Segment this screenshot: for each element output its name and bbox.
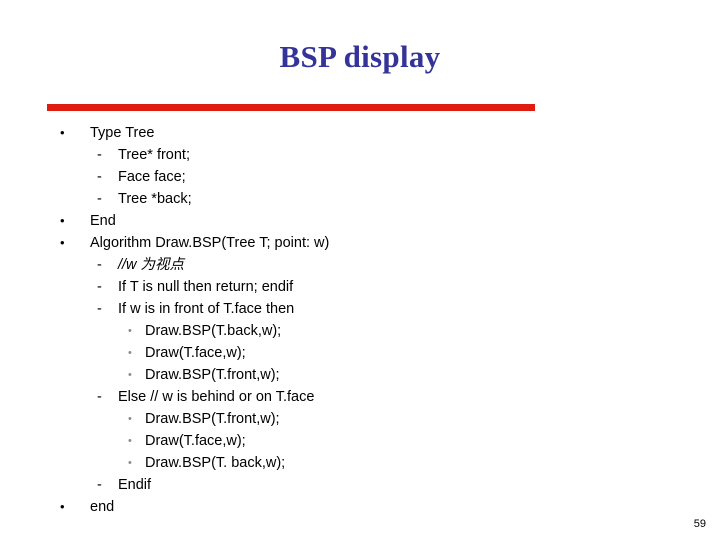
- bullet-marker-level-2-icon: -: [97, 301, 102, 317]
- list-item: - If w is in front of T.face then: [0, 298, 720, 320]
- list-item-label: Tree *back;: [118, 191, 192, 207]
- list-item: • Draw.BSP(T.back,w);: [0, 320, 720, 342]
- list-item-label: Type Tree: [90, 125, 155, 141]
- bullet-marker-level-3-icon: •: [128, 413, 132, 425]
- bullet-marker-level-1-icon: •: [60, 213, 65, 228]
- list-item: - Tree *back;: [0, 188, 720, 210]
- list-item: - Endif: [0, 474, 720, 496]
- bullet-marker-level-1-icon: •: [60, 235, 65, 250]
- bullet-marker-level-1-icon: •: [60, 499, 65, 514]
- bullet-marker-level-2-icon: -: [97, 477, 102, 493]
- list-item: -//w 为视点: [0, 254, 720, 276]
- list-item-label: Draw.BSP(T.back,w);: [145, 323, 282, 339]
- bullet-marker-level-3-icon: •: [128, 435, 132, 447]
- page-number: 59: [693, 518, 706, 530]
- bullet-marker-level-2-icon: -: [97, 389, 102, 405]
- bullet-marker-level-2-icon: -: [97, 191, 102, 207]
- list-item-label: If w is in front of T.face then: [118, 301, 295, 317]
- bullet-marker-level-3-icon: •: [128, 347, 132, 359]
- content-list: • Type Tree - Tree* front; - Face face; - Tree …: [0, 122, 720, 518]
- page-title: BSP display: [279, 39, 441, 74]
- list-item-label: Tree* front;: [118, 147, 190, 163]
- title-underline-rule: [47, 104, 535, 111]
- list-item-label: end: [90, 499, 115, 515]
- list-item: • Draw.BSP(T. back,w);: [0, 452, 720, 474]
- bullet-marker-level-2-icon: -: [97, 257, 102, 273]
- list-item-label: If T is null then return; endif: [118, 279, 294, 295]
- list-item-label: Draw.BSP(T.front,w);: [145, 411, 280, 427]
- bullet-marker-level-2-icon: -: [97, 279, 102, 295]
- list-item: - Tree* front;: [0, 144, 720, 166]
- list-item-label: Draw.BSP(T. back,w);: [145, 455, 286, 471]
- list-item: • Draw(T.face,w);: [0, 430, 720, 452]
- list-item: - Face face;: [0, 166, 720, 188]
- bullet-marker-level-2-icon: -: [97, 169, 102, 185]
- list-item-label: Draw.BSP(T.front,w);: [145, 367, 280, 383]
- list-item: • Algorithm Draw.BSP(Tree T; point: w): [0, 232, 720, 254]
- list-item-label: Draw(T.face,w);: [145, 433, 246, 449]
- list-item: • End: [0, 210, 720, 232]
- bullet-marker-level-3-icon: •: [128, 369, 132, 381]
- list-item-label: Draw(T.face,w);: [145, 345, 246, 361]
- list-item: - If T is null then return; endif: [0, 276, 720, 298]
- list-item-label: Endif: [118, 477, 152, 493]
- list-item: • Type Tree: [0, 122, 720, 144]
- list-item: • Draw.BSP(T.front,w);: [0, 364, 720, 386]
- bullet-marker-level-3-icon: •: [128, 457, 132, 469]
- list-item: • Draw(T.face,w);: [0, 342, 720, 364]
- slide: BSP display • Type Tree - Tree* front; - Face…: [0, 0, 720, 540]
- list-item: • end: [0, 496, 720, 518]
- list-item-label: //w 为视点: [118, 257, 185, 273]
- list-item: - Else // w is behind or on T.face: [0, 386, 720, 408]
- bullet-marker-level-1-icon: •: [60, 125, 65, 140]
- list-item-label: Algorithm Draw.BSP(Tree T; point: w): [90, 235, 330, 251]
- bullet-marker-level-3-icon: •: [128, 325, 132, 337]
- list-item-label: Else // w is behind or on T.face: [118, 389, 315, 405]
- list-item: • Draw.BSP(T.front,w);: [0, 408, 720, 430]
- bullet-marker-level-2-icon: -: [97, 147, 102, 163]
- list-item-label: End: [90, 213, 116, 229]
- list-item-label: Face face;: [118, 169, 186, 185]
